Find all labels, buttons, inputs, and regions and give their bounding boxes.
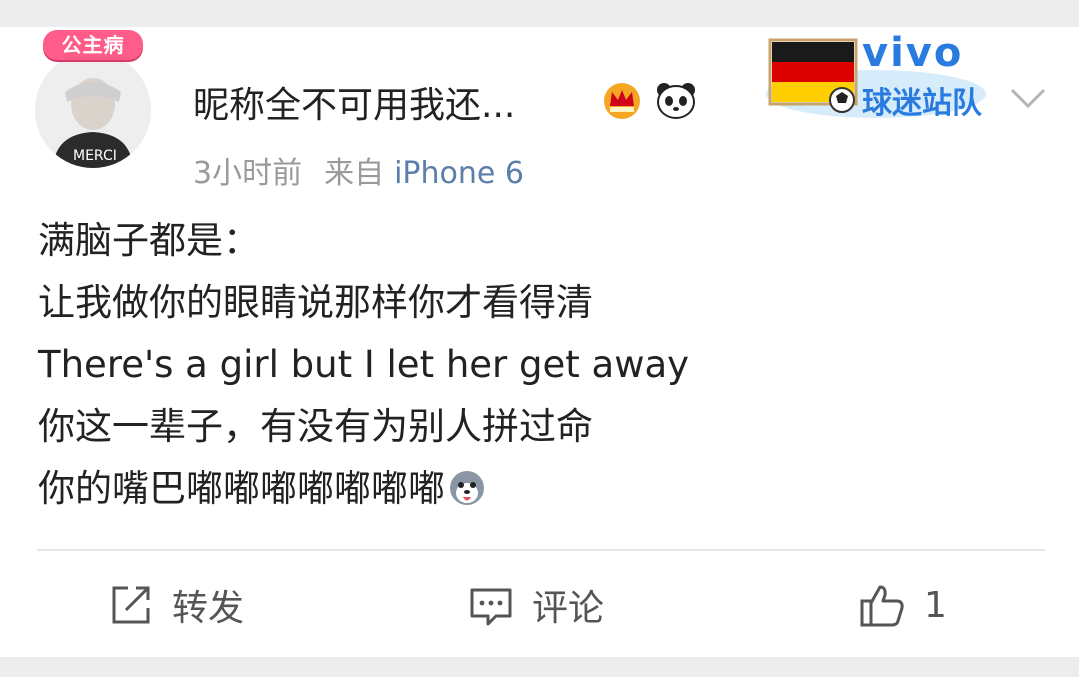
avatar-photo: MERCI xyxy=(35,52,151,168)
comment-label: 评论 xyxy=(532,588,605,629)
vivo-logo: vivo xyxy=(862,30,964,76)
svg-text:MERCI: MERCI xyxy=(73,148,117,164)
source-prefix: 来自 xyxy=(324,156,385,191)
divider xyxy=(37,549,1045,551)
husky-emoji-icon xyxy=(450,471,484,505)
repost-label: 转发 xyxy=(172,588,245,629)
post-line: 让我做你的眼睛说那样你才看得清 xyxy=(38,281,593,324)
repost-icon xyxy=(112,586,150,624)
avatar[interactable]: MERCI xyxy=(35,52,151,168)
device-link[interactable]: iPhone 6 xyxy=(394,156,524,191)
post-line: 满脑子都是： xyxy=(38,219,260,262)
comment-button[interactable]: 评论 xyxy=(468,578,604,632)
username[interactable]: 昵称全不可用我还... xyxy=(193,76,515,128)
fan-team-label: 球迷站队 xyxy=(862,86,982,121)
avatar-badge: 公主病 xyxy=(43,30,143,60)
like-button[interactable]: 1 xyxy=(858,578,947,632)
crown-icon[interactable] xyxy=(600,80,644,120)
post-line-last: 你的嘴巴嘟嘟嘟嘟嘟嘟嘟 xyxy=(38,458,689,520)
like-count: 1 xyxy=(924,584,947,626)
panda-icon[interactable] xyxy=(654,80,698,120)
post-line: There's a girl but I let her get away xyxy=(38,343,690,386)
post-time: 3小时前 xyxy=(193,156,303,191)
repost-button[interactable]: 转发 xyxy=(108,578,244,632)
thumbs-up-icon xyxy=(860,585,904,627)
post-line: 你这一辈子，有没有为别人拼过命 xyxy=(38,405,593,448)
post-meta: 3小时前 来自 iPhone 6 xyxy=(193,148,524,192)
post-body: 满脑子都是： 让我做你的眼睛说那样你才看得清 There's a girl bu… xyxy=(38,210,689,520)
comment-icon xyxy=(470,588,512,626)
post-line-text: 你的嘴巴嘟嘟嘟嘟嘟嘟嘟 xyxy=(38,467,445,510)
chevron-down-icon[interactable] xyxy=(1008,84,1048,112)
